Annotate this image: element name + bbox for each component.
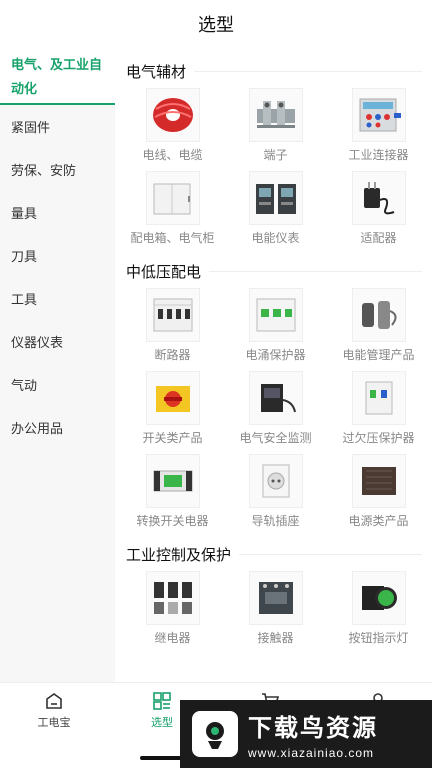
surge-protector-icon [248, 288, 303, 342]
switch-icon [145, 371, 200, 425]
adapter-icon [351, 171, 406, 225]
tab-label: 工电宝 [37, 717, 71, 729]
watermark-logo-icon [192, 711, 238, 757]
product-label: 过欠压保护器 [342, 431, 415, 445]
rail-socket-icon [248, 454, 303, 508]
transfer-switch-icon [145, 454, 200, 508]
circuit-breaker-icon [145, 288, 200, 342]
product-label: 电源类产品 [348, 514, 409, 528]
product-tile[interactable]: 开关类产品 [121, 371, 224, 454]
sidebar-item-electrical[interactable]: 电气、及工业自动化 [0, 48, 115, 105]
product-label: 导轨插座 [251, 514, 300, 528]
product-label: 适配器 [360, 231, 397, 245]
sidebar-item-fasteners[interactable]: 紧固件 [0, 105, 115, 148]
home-icon [46, 693, 62, 709]
cable-coil-icon [145, 88, 200, 142]
product-tile[interactable]: 配电箱、电气柜 [121, 171, 224, 254]
product-label: 断路器 [154, 348, 191, 362]
sidebar-item-tools[interactable]: 工具 [0, 277, 115, 320]
product-label: 电能管理产品 [342, 348, 415, 362]
product-grid: 断路器 电涌保护器 电能管理产品 开关类产品 电气安全监测 过欠压保护器 转换开… [115, 288, 432, 537]
sidebar-item-instruments[interactable]: 仪器仪表 [0, 320, 115, 363]
sidebar-item-office[interactable]: 办公用品 [0, 406, 115, 449]
terminal-block-icon [248, 88, 303, 142]
page-title: 选型 [198, 15, 234, 35]
product-grid: 电线、电缆 端子 工业连接器 配电箱、电气柜 电能仪表 适配器 [115, 88, 432, 254]
section-divider [194, 70, 422, 72]
product-label: 开关类产品 [142, 431, 203, 445]
product-tile[interactable]: 电源类产品 [327, 454, 430, 537]
app-header: 选型 [0, 0, 432, 48]
product-tile[interactable]: 适配器 [327, 171, 430, 254]
product-tile[interactable]: 电能仪表 [224, 171, 327, 254]
sidebar-item-label: 工具 [11, 292, 38, 307]
section-title: 工业控制及保护 [115, 537, 432, 571]
sidebar-item-pneumatics[interactable]: 气动 [0, 363, 115, 406]
product-label: 配电箱、电气柜 [130, 231, 215, 245]
product-label: 电涌保护器 [245, 348, 306, 362]
watermark-url: www.xiazainiao.com [248, 746, 375, 760]
section-title: 电气辅材 [115, 54, 432, 88]
sidebar-item-label: 刀具 [11, 249, 38, 264]
sidebar-item-label: 紧固件 [11, 120, 51, 135]
sidebar-item-label: 量具 [11, 206, 38, 221]
sidebar-item-label: 办公用品 [11, 421, 64, 436]
product-tile[interactable]: 导轨插座 [224, 454, 327, 537]
sidebar-item-label: 劳保、安防 [11, 163, 77, 178]
sidebar-item-gauges[interactable]: 量具 [0, 191, 115, 234]
product-label: 端子 [263, 148, 288, 162]
distribution-box-icon [145, 171, 200, 225]
sidebar-item-label: 气动 [11, 378, 38, 393]
section-divider [209, 270, 422, 272]
product-tile[interactable]: 工业连接器 [327, 88, 430, 171]
watermark-title: 下载鸟资源 [248, 715, 378, 742]
watermark-banner: 下载鸟资源 www.xiazainiao.com [180, 700, 432, 768]
product-content: 电气辅材 电线、电缆 端子 工业连接器 配电箱、电气柜 电能仪表 适配器 中低压… [115, 48, 432, 682]
product-tile[interactable]: 电能管理产品 [327, 288, 430, 371]
product-label: 电气安全监测 [239, 431, 312, 445]
tab-label: 选型 [151, 717, 173, 729]
push-button-icon [351, 571, 406, 625]
voltage-protector-icon [351, 371, 406, 425]
product-label: 接触器 [257, 631, 294, 645]
sidebar-item-cutting-tools[interactable]: 刀具 [0, 234, 115, 277]
product-tile[interactable]: 继电器 [121, 571, 224, 654]
section-divider [239, 553, 422, 555]
product-label: 转换开关电器 [136, 514, 209, 528]
tab-home[interactable]: 工电宝 [0, 691, 108, 730]
section-title-text: 工业控制及保护 [126, 546, 232, 564]
safety-monitor-icon [248, 371, 303, 425]
section-title-text: 电气辅材 [126, 63, 187, 81]
energy-meter-icon [248, 171, 303, 225]
product-tile[interactable]: 断路器 [121, 288, 224, 371]
power-supply-icon [351, 454, 406, 508]
product-label: 按钮指示灯 [348, 631, 409, 645]
product-tile[interactable]: 电线、电缆 [121, 88, 224, 171]
product-tile[interactable]: 端子 [224, 88, 327, 171]
section-title: 中低压配电 [115, 254, 432, 288]
product-label: 工业连接器 [348, 148, 409, 162]
product-tile[interactable]: 转换开关电器 [121, 454, 224, 537]
product-tile[interactable]: 电涌保护器 [224, 288, 327, 371]
energy-management-icon [351, 288, 406, 342]
product-label: 继电器 [154, 631, 191, 645]
contactor-icon [248, 571, 303, 625]
grid-icon [153, 692, 171, 710]
product-grid: 继电器 接触器 按钮指示灯 [115, 571, 432, 654]
relay-icon [145, 571, 200, 625]
product-tile[interactable]: 电气安全监测 [224, 371, 327, 454]
industrial-connector-icon [351, 88, 406, 142]
product-label: 电能仪表 [251, 231, 300, 245]
product-tile[interactable]: 按钮指示灯 [327, 571, 430, 654]
section-title-text: 中低压配电 [126, 263, 202, 281]
product-label: 电线、电缆 [142, 148, 203, 162]
category-sidebar: 电气、及工业自动化 紧固件 劳保、安防 量具 刀具 工具 仪器仪表 气动 办公用… [0, 48, 115, 682]
product-tile[interactable]: 过欠压保护器 [327, 371, 430, 454]
sidebar-item-label: 电气、及工业自动化 [11, 56, 103, 96]
sidebar-item-label: 仪器仪表 [11, 335, 64, 350]
product-tile[interactable]: 接触器 [224, 571, 327, 654]
sidebar-item-safety[interactable]: 劳保、安防 [0, 148, 115, 191]
